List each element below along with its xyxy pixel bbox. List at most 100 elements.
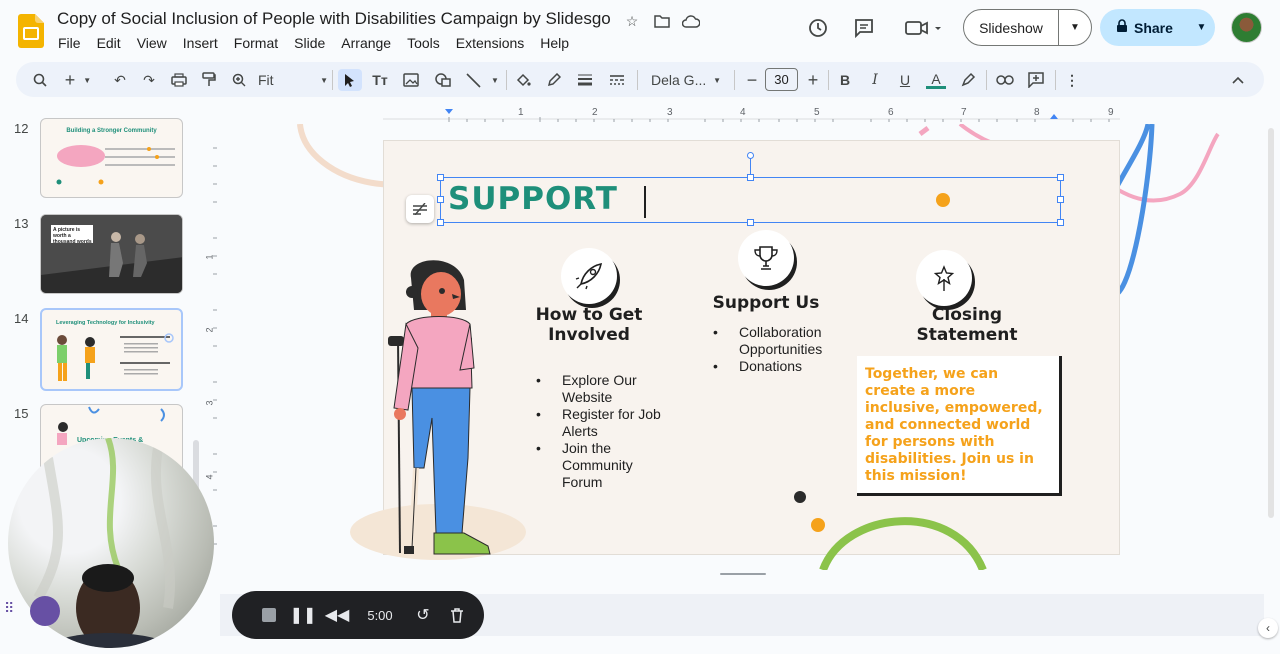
speaker-notes-drag-handle[interactable] bbox=[720, 573, 766, 575]
column-heading-get-involved[interactable]: How to Get Involved bbox=[530, 305, 648, 345]
border-weight-icon[interactable] bbox=[574, 69, 596, 91]
rocket-icon bbox=[561, 248, 617, 304]
menu-tools[interactable]: Tools bbox=[399, 34, 448, 52]
menu-arrange[interactable]: Arrange bbox=[333, 34, 399, 52]
cloud-status-icon[interactable] bbox=[681, 11, 701, 31]
new-slide-icon[interactable]: + ▼ bbox=[60, 69, 96, 91]
paint-format-icon[interactable] bbox=[199, 69, 219, 91]
text-box-icon[interactable]: Tт bbox=[369, 69, 391, 91]
insert-link-icon[interactable] bbox=[994, 69, 1016, 91]
zoom-select[interactable]: Fit ▼ bbox=[258, 69, 328, 91]
column-heading-support-us[interactable]: Support Us bbox=[700, 293, 832, 313]
underline-icon[interactable]: U bbox=[895, 69, 915, 91]
person-illustration bbox=[388, 260, 491, 555]
zoom-value: Fit bbox=[258, 72, 274, 88]
loom-button[interactable] bbox=[30, 596, 60, 626]
apps-grid-icon[interactable]: ⠿ bbox=[4, 600, 14, 617]
resize-handle[interactable] bbox=[1057, 174, 1064, 181]
ruler-tick: 1 bbox=[518, 107, 524, 118]
share-button[interactable]: Share ▼ bbox=[1100, 9, 1215, 46]
resize-handle[interactable] bbox=[1057, 196, 1064, 203]
lock-icon bbox=[1116, 19, 1128, 36]
canvas-scrollbar[interactable] bbox=[1268, 128, 1274, 518]
border-color-icon[interactable] bbox=[543, 69, 565, 91]
ruler-tick: 9 bbox=[1108, 107, 1114, 118]
ruler-tick: 1 bbox=[204, 254, 215, 260]
resize-handle[interactable] bbox=[747, 219, 754, 226]
rotate-handle[interactable] bbox=[747, 152, 754, 159]
redo-icon[interactable]: ↷ bbox=[139, 69, 159, 91]
support-us-list[interactable]: Collaboration Opportunities Donations bbox=[713, 324, 853, 375]
slide-thumbnail-13[interactable]: A picture is worth a thousand words bbox=[40, 214, 183, 294]
rewind-icon[interactable]: ◀◀ bbox=[320, 598, 354, 632]
text-color-icon[interactable]: A bbox=[926, 69, 946, 91]
undo-icon[interactable]: ↶ bbox=[110, 69, 130, 91]
menu-file[interactable]: File bbox=[50, 34, 89, 52]
zoom-icon[interactable] bbox=[229, 69, 249, 91]
resize-handle[interactable] bbox=[437, 174, 444, 181]
ruler-tick: 4 bbox=[740, 107, 746, 118]
menu-view[interactable]: View bbox=[129, 34, 175, 52]
font-size-input[interactable]: 30 bbox=[765, 68, 798, 91]
recording-timer: 5:00 bbox=[367, 607, 393, 623]
slide-number: 15 bbox=[14, 406, 29, 421]
collapse-menus-icon[interactable] bbox=[1228, 69, 1248, 91]
highlight-color-icon[interactable] bbox=[957, 69, 979, 91]
comments-icon[interactable] bbox=[850, 14, 878, 42]
increase-font-size-icon[interactable]: + bbox=[803, 69, 823, 91]
resize-handle[interactable] bbox=[437, 219, 444, 226]
version-history-icon[interactable] bbox=[804, 14, 832, 42]
insert-image-icon[interactable] bbox=[400, 69, 422, 91]
italic-icon[interactable]: I bbox=[865, 69, 885, 91]
decrease-font-size-icon[interactable]: − bbox=[742, 69, 762, 91]
star-icon[interactable]: ☆ bbox=[622, 11, 642, 31]
slides-logo[interactable] bbox=[18, 14, 44, 48]
slideshow-button[interactable]: Slideshow ▼ bbox=[963, 9, 1092, 46]
search-menus-icon[interactable] bbox=[30, 69, 50, 91]
menu-format[interactable]: Format bbox=[226, 34, 286, 52]
print-icon[interactable] bbox=[169, 69, 189, 91]
delete-recording-icon[interactable] bbox=[440, 598, 474, 632]
menu-help[interactable]: Help bbox=[532, 34, 577, 52]
share-dropdown-icon[interactable]: ▼ bbox=[1188, 22, 1215, 33]
stop-recording-icon[interactable] bbox=[252, 598, 286, 632]
fill-color-icon[interactable] bbox=[512, 69, 534, 91]
slideshow-dropdown-icon[interactable]: ▼ bbox=[1059, 22, 1091, 33]
slide-thumbnail-12[interactable]: Building a Stronger Community bbox=[40, 118, 183, 198]
decorative-green-arc bbox=[819, 517, 987, 570]
resize-handle[interactable] bbox=[747, 174, 754, 181]
font-name: Dela G... bbox=[651, 72, 707, 88]
document-title[interactable]: Copy of Social Inclusion of People with … bbox=[57, 9, 611, 29]
border-dash-icon[interactable] bbox=[606, 69, 628, 91]
user-avatar[interactable] bbox=[1231, 12, 1262, 43]
line-icon[interactable]: ▼ bbox=[462, 69, 502, 91]
shape-icon[interactable] bbox=[431, 69, 455, 91]
resize-handle[interactable] bbox=[437, 196, 444, 203]
vertical-ruler[interactable]: 1 2 3 4 bbox=[205, 140, 221, 554]
menu-insert[interactable]: Insert bbox=[175, 34, 226, 52]
sparkle-wand-icon bbox=[916, 250, 972, 306]
column-heading-closing[interactable]: Closing Statement bbox=[905, 305, 1029, 345]
ruler-tick: 8 bbox=[1034, 107, 1040, 118]
add-comment-icon[interactable] bbox=[1025, 69, 1047, 91]
restart-icon[interactable]: ↺ bbox=[406, 598, 440, 632]
get-involved-list[interactable]: Explore Our Website Register for Job Ale… bbox=[536, 372, 666, 491]
slide-thumbnail-14[interactable]: Leveraging Technology for Inclusivity bbox=[40, 308, 183, 391]
menu-slide[interactable]: Slide bbox=[286, 34, 333, 52]
menu-extensions[interactable]: Extensions bbox=[448, 34, 532, 52]
ruler-tick: 2 bbox=[592, 107, 598, 118]
closing-statement-box[interactable]: Together, we can create a more inclusive… bbox=[857, 356, 1062, 496]
resize-handle[interactable] bbox=[1057, 219, 1064, 226]
slide-title-text[interactable]: SUPPORT bbox=[448, 181, 618, 217]
move-folder-icon[interactable] bbox=[652, 11, 672, 31]
more-options-icon[interactable]: ⋮ bbox=[1062, 69, 1082, 91]
meet-icon[interactable] bbox=[902, 14, 944, 42]
pause-icon[interactable]: ❚❚ bbox=[286, 598, 320, 632]
menu-edit[interactable]: Edit bbox=[89, 34, 129, 52]
text-wrap-toggle-icon[interactable] bbox=[406, 195, 434, 223]
font-select[interactable]: Dela G... ▼ bbox=[645, 69, 727, 91]
recording-controls: ❚❚ ◀◀ 5:00 ↺ bbox=[232, 591, 484, 639]
select-tool-icon[interactable] bbox=[338, 69, 362, 91]
bold-icon[interactable]: B bbox=[835, 69, 855, 91]
side-panel-toggle-icon[interactable]: ‹ bbox=[1258, 618, 1278, 638]
